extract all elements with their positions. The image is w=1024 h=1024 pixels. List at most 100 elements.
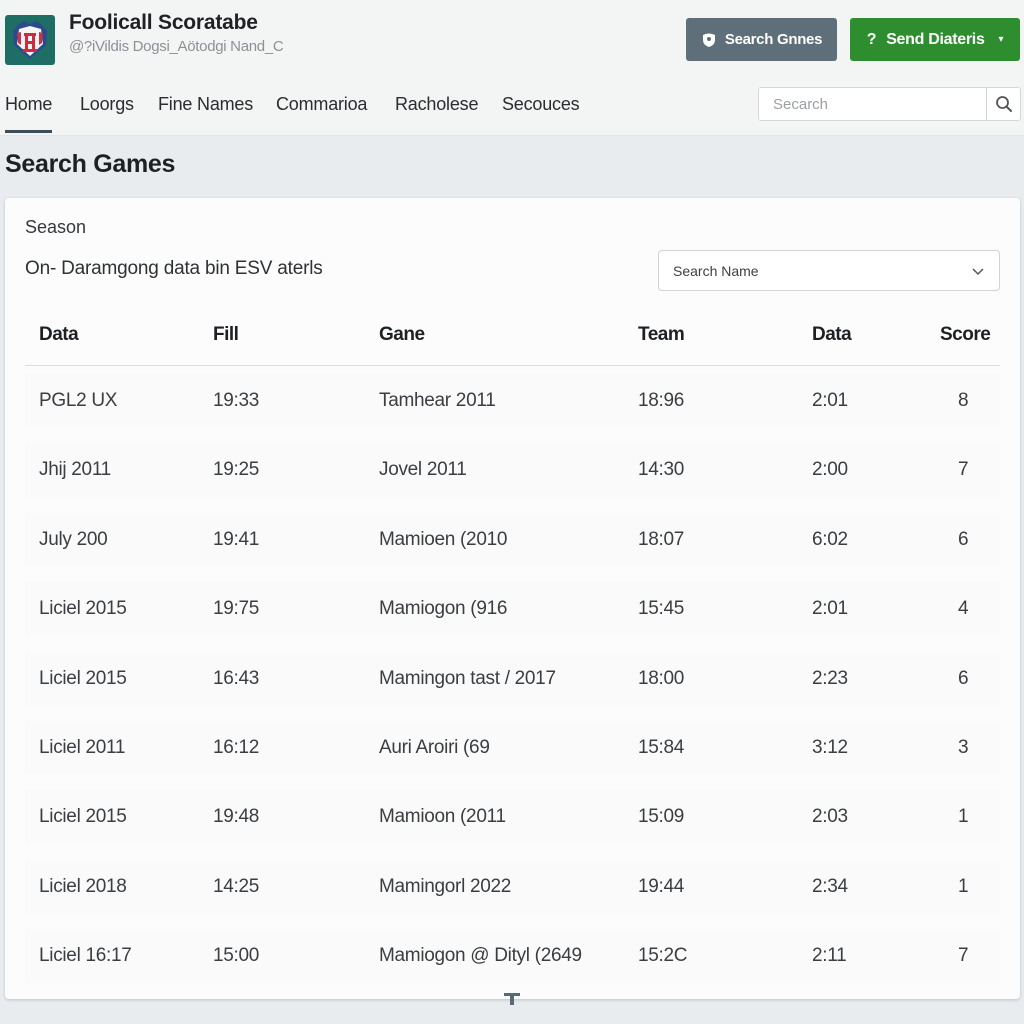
send-details-label: Send Diateris (886, 30, 985, 48)
caret-down-icon[interactable]: ▾ (999, 34, 1004, 45)
column-header-data-2[interactable]: Data (812, 324, 852, 346)
cell-fill: 19:33 (213, 390, 260, 411)
season-label: Season (25, 217, 87, 237)
top-header: Foolicall Scoratabe @?iVildis Dogsi_Aöto… (0, 0, 1024, 136)
cell-date: July 200 (39, 528, 108, 550)
select-value: Search Name (673, 262, 759, 279)
app-logo[interactable] (5, 15, 55, 65)
cell-date: PGL2 UX (39, 390, 118, 411)
cell-score: 6 (958, 528, 969, 550)
cell-fill: 19:75 (213, 598, 260, 620)
question-icon: ? (866, 30, 877, 48)
chevron-down-icon (972, 267, 984, 275)
cell-data: 2:00 (812, 459, 848, 481)
column-header-score[interactable]: Score (940, 324, 991, 346)
cell-data: 2:01 (812, 390, 848, 411)
nav-item-home[interactable]: Home (5, 94, 53, 133)
cell-team: 19:44 (638, 875, 685, 897)
cell-team: 15:45 (638, 598, 685, 620)
cell-game: Tamhear 2011 (379, 390, 496, 411)
table-row[interactable]: Liciel 2015 19:75 Mamiogon (916 15:45 2:01 4 (25, 574, 1000, 643)
cell-team: 15:2C (638, 945, 688, 967)
table-row[interactable]: Liciel 2018 14:25 Mamingorl 2022 19:44 2:34 1 (25, 852, 1000, 921)
nav-item-fine-names[interactable]: Fine Names (158, 94, 253, 115)
cell-game: Auri Aroiri (69 (379, 736, 490, 758)
search-button[interactable] (986, 88, 1020, 120)
cell-date: Liciel 2018 (39, 875, 127, 897)
cell-game: Jovel 2011 (379, 459, 467, 481)
cell-date: Liciel 2015 (39, 806, 127, 828)
table-row[interactable]: Liciel 16:17 15:00 Mamiogon @ Dityl (2649 1… (25, 921, 1000, 990)
cell-team: 15:09 (638, 806, 685, 828)
cell-fill: 16:43 (213, 667, 260, 689)
table-row[interactable]: July 200 19:41 Mamioen (2010 18:07 6:02 6 (25, 505, 1000, 574)
nav-item-racholese[interactable]: Racholese (395, 94, 478, 115)
table-body: PGL2 UX 19:33 Tamhear 2011 18:96 2:01 8 Jhij 2… (25, 366, 1000, 991)
cell-score: 4 (958, 598, 969, 620)
cell-team: 18:00 (638, 667, 685, 689)
nav-item-commarioa[interactable]: Commarioa (276, 94, 367, 115)
cell-fill: 14:25 (213, 875, 260, 897)
cell-team: 18:96 (638, 390, 685, 411)
cell-data: 6:02 (812, 528, 848, 550)
cell-game: Mamingon tast / 2017 (379, 667, 556, 689)
page-title: Search Games (5, 150, 176, 178)
cell-score: 1 (958, 875, 969, 897)
cell-game: Mamiogon @ Dityl (2649 (379, 945, 582, 967)
resize-handle-icon[interactable] (502, 993, 522, 1005)
cell-date: Liciel 2015 (39, 667, 127, 689)
cell-fill: 19:48 (213, 806, 260, 828)
cell-game: Mamiogon (916 (379, 598, 508, 620)
cell-score: 7 (958, 459, 969, 481)
search-icon (995, 96, 1012, 112)
nav-search (758, 87, 1021, 121)
table-row[interactable]: PGL2 UX 19:33 Tamhear 2011 18:96 2:01 8 (25, 366, 1000, 435)
cell-game: Mamingorl 2022 (379, 875, 512, 897)
cell-data: 2:23 (812, 667, 848, 689)
cell-fill: 19:41 (213, 528, 260, 550)
cell-date: Jhij 2011 (39, 459, 111, 481)
cell-team: 18:07 (638, 528, 685, 550)
cell-game: Mamioen (2010 (379, 528, 508, 550)
cell-data: 3:12 (812, 736, 848, 758)
search-games-button[interactable]: Search Gnnes (686, 18, 837, 61)
column-header-data[interactable]: Data (39, 324, 79, 346)
cell-fill: 16:12 (213, 736, 260, 758)
cell-game: Mamioon (2011 (379, 806, 506, 828)
cell-data: 2:03 (812, 806, 848, 828)
cell-fill: 19:25 (213, 459, 260, 481)
cell-date: Liciel 16:17 (39, 945, 132, 967)
cell-team: 15:84 (638, 736, 685, 758)
nav-item-loorgs[interactable]: Loorgs (80, 94, 134, 115)
cell-data: 2:01 (812, 598, 848, 620)
cell-score: 1 (958, 806, 969, 828)
cell-data: 2:34 (812, 875, 848, 897)
search-games-card: Season On- Daramgong data bin ESV aterls… (5, 198, 1020, 999)
cell-score: 7 (958, 945, 969, 967)
search-input[interactable] (759, 88, 986, 120)
table-row[interactable]: Liciel 2011 16:12 Auri Aroiri (69 15:84 3:12… (25, 713, 1000, 782)
cell-date: Liciel 2011 (39, 736, 126, 758)
table-row[interactable]: Liciel 2015 16:43 Mamingon tast / 2017 18:0… (25, 644, 1000, 713)
table-row[interactable]: Liciel 2015 19:48 Mamioon (2011 15:09 2:03 1 (25, 782, 1000, 851)
cell-team: 14:30 (638, 459, 685, 481)
cell-score: 3 (958, 736, 969, 758)
search-games-label: Search Gnnes (724, 31, 823, 48)
shield-crest-icon (13, 21, 47, 59)
column-header-game[interactable]: Gane (379, 324, 425, 346)
column-header-fill[interactable]: Fill (213, 324, 239, 346)
search-name-select[interactable]: Search Name (658, 250, 1000, 291)
table-header: Data Fill Gane Team Data Score (25, 306, 1000, 366)
send-details-button[interactable]: ? Send Diateris ▾ (850, 18, 1020, 61)
column-header-team[interactable]: Team (638, 324, 685, 346)
cell-data: 2:11 (812, 945, 847, 967)
cell-fill: 15:00 (213, 945, 260, 967)
season-description: On- Daramgong data bin ESV aterls (25, 258, 323, 279)
cell-score: 8 (958, 390, 969, 411)
games-table: Data Fill Gane Team Data Score PGL2 UX 19… (25, 306, 1000, 991)
table-row[interactable]: Jhij 2011 19:25 Jovel 2011 14:30 2:00 7 (25, 435, 1000, 504)
app-subtitle: @?iVildis Dogsi_Aötodgi Nand_C (69, 38, 284, 55)
nav-item-secouces[interactable]: Secouces (502, 94, 580, 115)
cell-score: 6 (958, 667, 969, 689)
shield-icon (702, 33, 715, 47)
